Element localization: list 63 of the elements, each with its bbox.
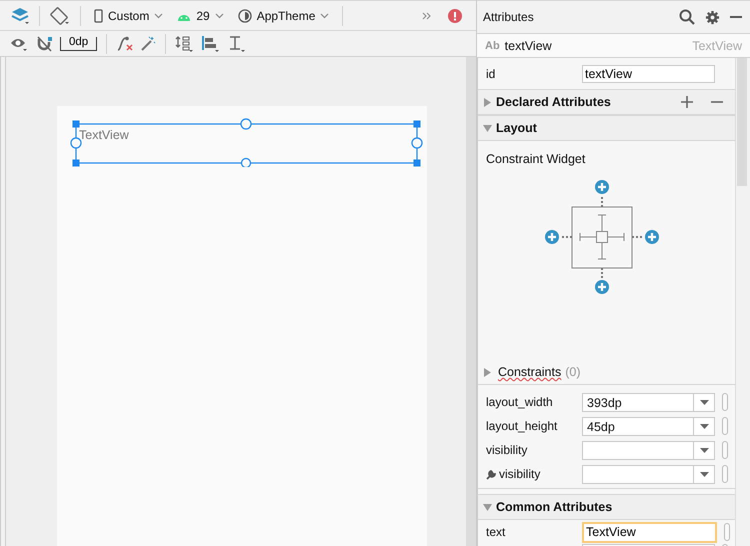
phone-icon [94, 8, 103, 23]
component-name: textView [504, 38, 552, 52]
settings-icon[interactable] [705, 10, 720, 24]
id-field[interactable]: textView [582, 64, 715, 82]
add-constraint-icon[interactable] [594, 180, 608, 194]
component-class: TextView [692, 38, 742, 52]
caret-icon [320, 12, 330, 19]
value-dropdown[interactable]: 45dp [582, 416, 715, 436]
caret-icon [154, 12, 164, 19]
add-constraint-icon[interactable] [644, 230, 658, 244]
attribute-label: visibility [486, 443, 528, 457]
attribute-label: visibility [486, 467, 582, 481]
error-icon[interactable] [448, 8, 462, 23]
clear-constraints-icon[interactable] [116, 36, 134, 52]
section-header[interactable]: Layout [478, 115, 735, 141]
value-dropdown[interactable]: 393dp [582, 392, 715, 412]
api-level-dropdown[interactable]: 29 [173, 8, 228, 23]
caret-right-icon [483, 98, 492, 106]
constraint-widget-title: Constraint Widget [485, 151, 586, 168]
layers-icon[interactable] [10, 6, 30, 26]
resource-picker[interactable] [722, 465, 728, 483]
textview-widget[interactable]: TextView [79, 128, 129, 142]
caret-down-icon [700, 472, 708, 476]
resource-picker[interactable] [722, 417, 728, 435]
attribute-label: id [486, 66, 496, 80]
text-field[interactable]: TextView [582, 522, 717, 542]
guidelines-icon[interactable] [227, 34, 248, 53]
constraints-toggle[interactable]: Constraints (0) [478, 362, 735, 382]
device-dropdown[interactable]: Custom [90, 8, 168, 23]
pack-icon[interactable] [175, 34, 196, 53]
search-icon[interactable] [679, 9, 695, 25]
section-header[interactable]: Common Attributes [478, 494, 735, 520]
resource-picker[interactable] [724, 523, 730, 541]
align-icon[interactable] [201, 34, 222, 53]
add-icon[interactable] [681, 96, 693, 108]
theme-dropdown[interactable]: AppTheme [234, 8, 334, 23]
caret-right-icon [483, 368, 492, 376]
resource-picker[interactable] [722, 393, 728, 411]
scrollbar[interactable] [466, 57, 476, 546]
add-constraint-icon[interactable] [594, 280, 608, 294]
caret-down-icon [483, 502, 492, 512]
component-type-icon: Ab [485, 40, 500, 52]
wrench-icon [486, 468, 496, 480]
theme-icon [238, 8, 252, 23]
section-header[interactable]: Declared Attributes [478, 89, 735, 115]
caret-down-icon [700, 424, 708, 428]
default-margin-button[interactable]: 0dp [60, 36, 98, 51]
overflow-icon[interactable] [422, 12, 432, 20]
attribute-label: text [486, 525, 506, 539]
scrollbar[interactable] [737, 58, 747, 186]
magnet-off-icon[interactable] [36, 36, 54, 52]
resource-picker[interactable] [722, 441, 728, 459]
selection-frame[interactable] [70, 118, 423, 167]
attribute-label: layout_width [486, 395, 554, 409]
attribute-label: layout_height [486, 419, 558, 433]
magic-wand-icon[interactable] [140, 36, 156, 52]
panel-title: Attributes [483, 10, 534, 24]
caret-down-icon [700, 448, 708, 452]
caret-down-icon [483, 124, 492, 132]
rotate-icon[interactable] [49, 6, 71, 26]
caret-icon [214, 12, 224, 19]
caret-down-icon [700, 400, 708, 404]
add-constraint-icon[interactable] [544, 230, 558, 244]
